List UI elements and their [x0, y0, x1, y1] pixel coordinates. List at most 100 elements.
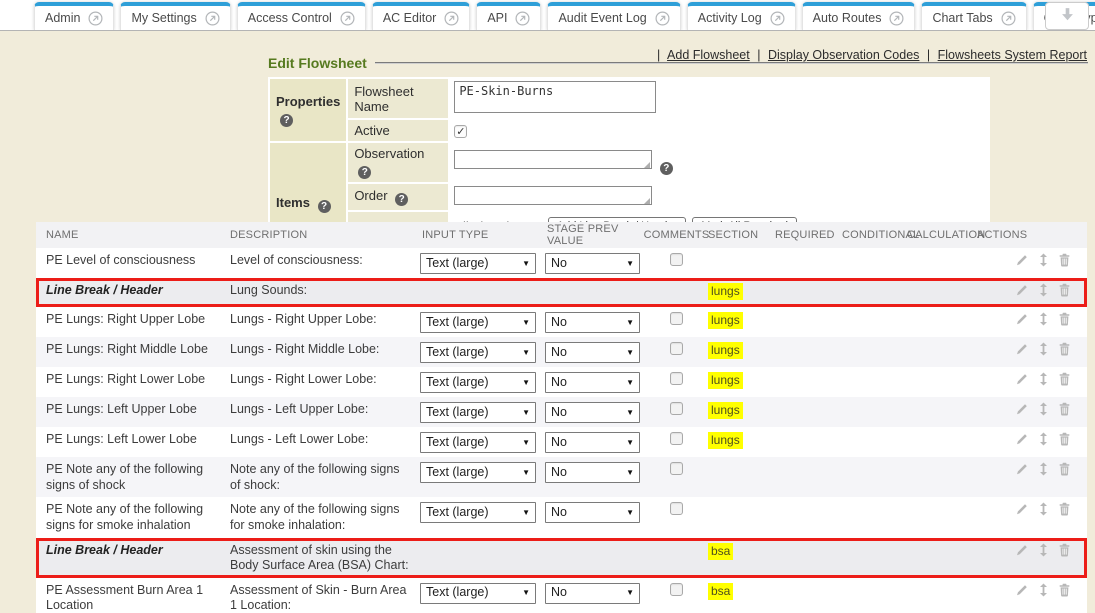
flowsheet-name-field[interactable] [454, 81, 656, 113]
stage-prev-value-select[interactable]: No ▼ [545, 462, 640, 483]
move-vertical-icon[interactable] [1039, 283, 1048, 297]
edit-pencil-icon[interactable] [1015, 543, 1029, 557]
tab-activity-log[interactable]: Activity Log [687, 2, 796, 30]
tab-ac-editor[interactable]: AC Editor [372, 2, 471, 30]
move-vertical-icon[interactable] [1039, 462, 1048, 476]
input-type-select[interactable]: Text (large) ▼ [420, 583, 536, 604]
chevron-down-icon: ▼ [522, 259, 530, 269]
input-type-select[interactable]: Text (large) ▼ [420, 432, 536, 453]
header-input-type: INPUT TYPE [420, 229, 545, 241]
input-type-value: Text (large) [426, 435, 489, 451]
input-type-select[interactable]: Text (large) ▼ [420, 312, 536, 333]
open-in-new-window-icon[interactable] [444, 11, 459, 26]
observation-help-icon[interactable]: ? [358, 166, 371, 179]
row-actions [975, 372, 1087, 386]
stage-prev-value-select[interactable]: No ▼ [545, 502, 640, 523]
input-type-select[interactable]: Text (large) ▼ [420, 253, 536, 274]
edit-pencil-icon[interactable] [1015, 502, 1029, 516]
open-in-new-window-icon[interactable] [340, 11, 355, 26]
comments-checkbox[interactable] [670, 502, 683, 515]
order-help-icon[interactable]: ? [395, 193, 408, 206]
delete-trash-icon[interactable] [1058, 402, 1071, 416]
delete-trash-icon[interactable] [1058, 543, 1071, 557]
input-type-select[interactable]: Text (large) ▼ [420, 502, 536, 523]
delete-trash-icon[interactable] [1058, 502, 1071, 516]
move-vertical-icon[interactable] [1039, 583, 1048, 597]
delete-trash-icon[interactable] [1058, 283, 1071, 297]
tab-auto-routes[interactable]: Auto Routes [802, 2, 916, 30]
observation-help-icon-2[interactable]: ? [660, 162, 673, 175]
open-in-new-window-icon[interactable] [770, 11, 785, 26]
comments-checkbox[interactable] [670, 372, 683, 385]
items-help-icon[interactable]: ? [318, 200, 331, 213]
comments-checkbox[interactable] [670, 462, 683, 475]
section-badge: lungs [708, 283, 743, 300]
tab-api[interactable]: API [476, 2, 541, 30]
edit-pencil-icon[interactable] [1015, 432, 1029, 446]
move-vertical-icon[interactable] [1039, 342, 1048, 356]
edit-pencil-icon[interactable] [1015, 583, 1029, 597]
stage-prev-value-select[interactable]: No ▼ [545, 372, 640, 393]
open-in-new-window-icon[interactable] [205, 11, 220, 26]
move-vertical-icon[interactable] [1039, 312, 1048, 326]
active-checkbox[interactable]: ✓ [454, 125, 467, 138]
stage-prev-value-select[interactable]: No ▼ [545, 253, 640, 274]
open-in-new-window-icon[interactable] [1001, 11, 1016, 26]
input-type-select[interactable]: Text (large) ▼ [420, 462, 536, 483]
stage-prev-value-select[interactable]: No ▼ [545, 312, 640, 333]
tab-chart-tabs[interactable]: Chart Tabs [921, 2, 1026, 30]
flowsheet-name-label: Flowsheet Name [348, 79, 448, 118]
item-name: Line Break / Header [36, 543, 230, 559]
input-type-select[interactable]: Text (large) ▼ [420, 372, 536, 393]
edit-pencil-icon[interactable] [1015, 283, 1029, 297]
tab-scroll-button[interactable] [1045, 2, 1089, 30]
delete-trash-icon[interactable] [1058, 312, 1071, 326]
open-in-new-window-icon[interactable] [88, 11, 103, 26]
delete-trash-icon[interactable] [1058, 432, 1071, 446]
comments-checkbox[interactable] [670, 312, 683, 325]
edit-pencil-icon[interactable] [1015, 462, 1029, 476]
open-in-new-window-icon[interactable] [655, 11, 670, 26]
section-badge: bsa [708, 543, 733, 560]
move-vertical-icon[interactable] [1039, 372, 1048, 386]
delete-trash-icon[interactable] [1058, 583, 1071, 597]
delete-trash-icon[interactable] [1058, 462, 1071, 476]
input-type-select[interactable]: Text (large) ▼ [420, 342, 536, 363]
comments-checkbox[interactable] [670, 402, 683, 415]
delete-trash-icon[interactable] [1058, 342, 1071, 356]
move-vertical-icon[interactable] [1039, 502, 1048, 516]
move-vertical-icon[interactable] [1039, 543, 1048, 557]
table-row: PE Level of consciousness Level of consc… [36, 248, 1087, 278]
edit-pencil-icon[interactable] [1015, 372, 1029, 386]
comments-checkbox[interactable] [670, 342, 683, 355]
chevron-down-icon: ▼ [522, 438, 530, 448]
open-in-new-window-icon[interactable] [515, 11, 530, 26]
comments-checkbox[interactable] [670, 432, 683, 445]
edit-pencil-icon[interactable] [1015, 402, 1029, 416]
move-vertical-icon[interactable] [1039, 432, 1048, 446]
move-vertical-icon[interactable] [1039, 253, 1048, 267]
item-description: Lungs - Right Middle Lobe: [230, 342, 420, 358]
tab-audit-event-log[interactable]: Audit Event Log [547, 2, 680, 30]
comments-checkbox[interactable] [670, 583, 683, 596]
delete-trash-icon[interactable] [1058, 372, 1071, 386]
observation-field[interactable] [454, 150, 652, 169]
order-field[interactable] [454, 186, 652, 205]
comments-checkbox[interactable] [670, 253, 683, 266]
edit-pencil-icon[interactable] [1015, 342, 1029, 356]
tab-admin[interactable]: Admin [34, 2, 114, 30]
stage-prev-value-select[interactable]: No ▼ [545, 583, 640, 604]
stage-prev-value-select[interactable]: No ▼ [545, 402, 640, 423]
move-vertical-icon[interactable] [1039, 402, 1048, 416]
tab-access-control[interactable]: Access Control [237, 2, 366, 30]
tab-my-settings[interactable]: My Settings [120, 2, 230, 30]
stage-prev-value-select[interactable]: No ▼ [545, 342, 640, 363]
properties-help-icon[interactable]: ? [280, 114, 293, 127]
edit-pencil-icon[interactable] [1015, 253, 1029, 267]
table-row: PE Lungs: Right Middle Lobe Lungs - Righ… [36, 337, 1087, 367]
stage-prev-value-select[interactable]: No ▼ [545, 432, 640, 453]
edit-pencil-icon[interactable] [1015, 312, 1029, 326]
open-in-new-window-icon[interactable] [889, 11, 904, 26]
input-type-select[interactable]: Text (large) ▼ [420, 402, 536, 423]
delete-trash-icon[interactable] [1058, 253, 1071, 267]
